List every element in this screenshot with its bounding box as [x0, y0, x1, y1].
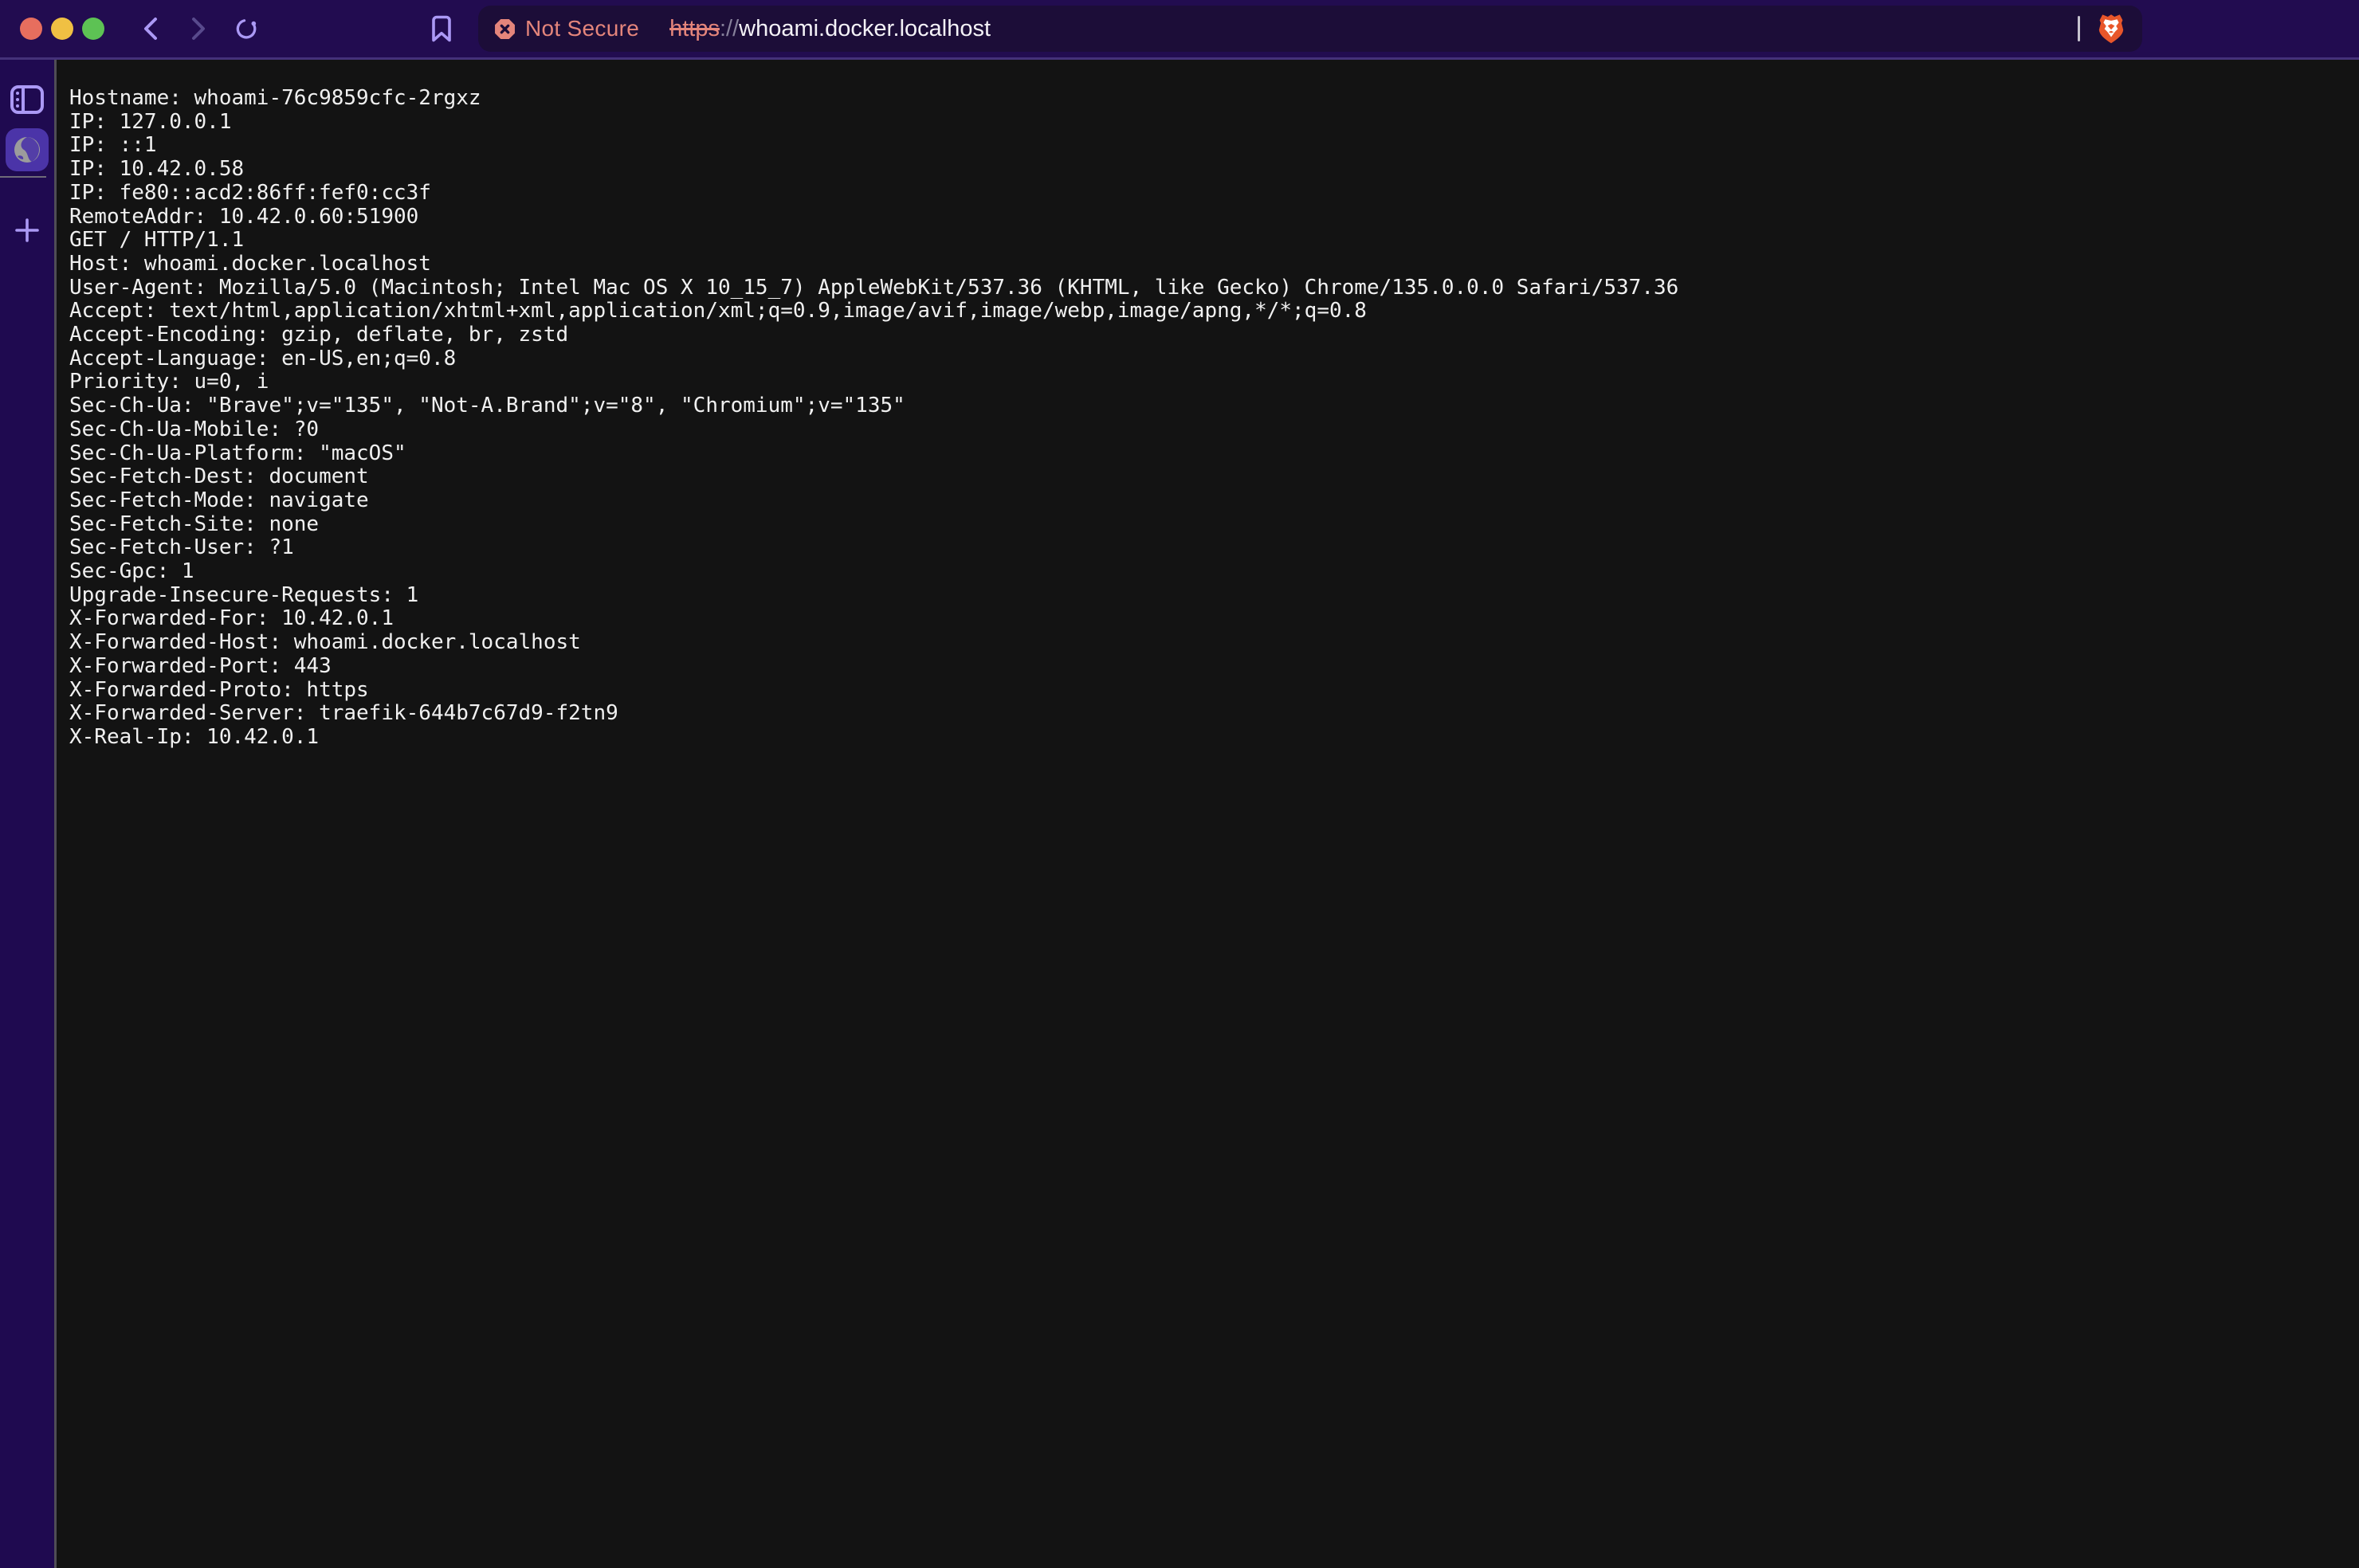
close-window-button[interactable]	[20, 18, 42, 40]
active-tab-tile[interactable]	[6, 128, 49, 171]
minimize-window-button[interactable]	[51, 18, 73, 40]
not-secure-icon	[494, 18, 516, 40]
address-bar[interactable]: Not Secure https://whoami.docker.localho…	[478, 6, 2142, 52]
back-button[interactable]	[139, 14, 162, 43]
brave-lion-icon	[2096, 13, 2126, 45]
brave-shields-button[interactable]	[2096, 13, 2126, 45]
sidebar-panel-icon	[10, 84, 45, 115]
reload-button[interactable]	[235, 14, 257, 43]
whoami-response-text: Hostname: whoami-76c9859cfc-2rgxz IP: 12…	[57, 60, 2359, 750]
bookmark-button[interactable]	[430, 14, 453, 43]
vertical-tab-sidebar	[0, 60, 54, 1568]
url-separator: ://	[720, 16, 739, 41]
not-secure-label: Not Secure	[525, 16, 639, 41]
sidebar-divider	[0, 176, 46, 178]
browser-window: Not Secure https://whoami.docker.localho…	[0, 0, 2359, 1568]
browser-toolbar: Not Secure https://whoami.docker.localho…	[0, 0, 2359, 60]
chevron-right-icon	[190, 16, 207, 41]
zoom-window-button[interactable]	[82, 18, 104, 40]
window-body: Hostname: whoami-76c9859cfc-2rgxz IP: 12…	[0, 60, 2359, 1568]
forward-button[interactable]	[187, 14, 210, 43]
bookmark-icon	[431, 15, 452, 42]
page-content: Hostname: whoami-76c9859cfc-2rgxz IP: 12…	[57, 60, 2359, 1568]
window-controls	[20, 18, 104, 40]
new-tab-button[interactable]	[13, 216, 41, 245]
url-host: whoami.docker.localhost	[739, 16, 991, 41]
sidebar-toggle-button[interactable]	[10, 84, 45, 116]
url-text: https://whoami.docker.localhost	[669, 16, 991, 42]
globe-icon	[13, 135, 41, 164]
url-scheme: https	[669, 16, 720, 41]
plus-icon	[14, 218, 40, 243]
address-bar-right	[2078, 13, 2126, 45]
reload-icon	[235, 15, 257, 42]
address-bar-divider	[2078, 16, 2080, 41]
chevron-left-icon	[142, 16, 159, 41]
